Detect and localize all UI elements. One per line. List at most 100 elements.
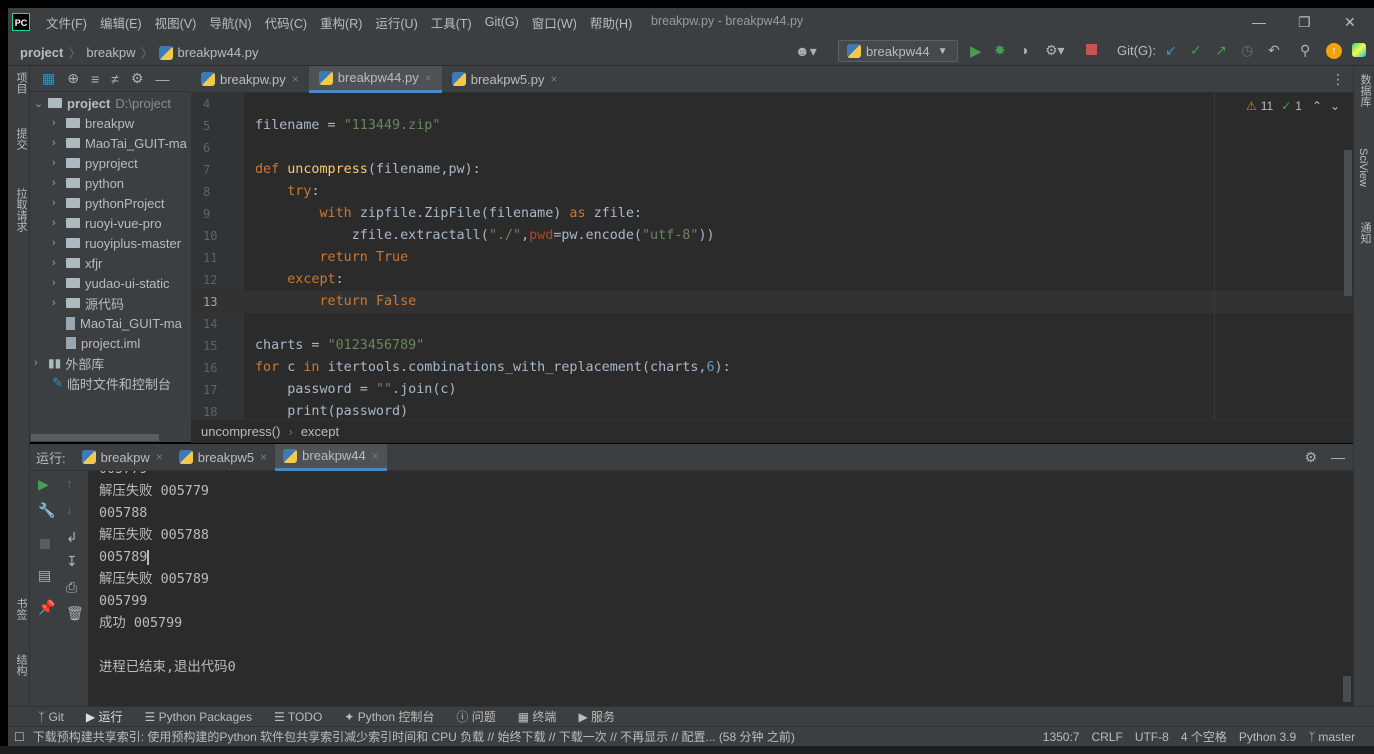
toolwin-problems[interactable]: ⓘ 问题 xyxy=(456,708,495,725)
code-editor[interactable]: filename = "113449.zip" def uncompress(f… xyxy=(244,93,1353,419)
tree-folder-breakpw[interactable]: › breakpw xyxy=(52,113,191,133)
breadcrumb-function[interactable]: uncompress() xyxy=(201,424,280,439)
layout-icon[interactable]: ▤ xyxy=(38,567,51,584)
tree-folder-source[interactable]: › 源代码 xyxy=(52,293,191,313)
status-position[interactable]: 1350:7 xyxy=(1043,730,1080,744)
coverage-icon[interactable]: ◑ xyxy=(1020,42,1028,58)
status-encoding[interactable]: UTF-8 xyxy=(1135,730,1169,744)
gear-icon[interactable]: ⚙ xyxy=(131,70,144,87)
tool-tab-bookmarks[interactable]: 书签 xyxy=(13,598,29,620)
menu-tools[interactable]: 工具(T) xyxy=(431,13,472,32)
close-icon[interactable]: × xyxy=(550,72,557,86)
stop-icon[interactable] xyxy=(40,539,50,549)
expand-all-icon[interactable]: ≡ xyxy=(91,71,99,87)
maximize-icon[interactable]: ❐ xyxy=(1298,14,1311,31)
trash-icon[interactable]: 🗑 xyxy=(66,605,84,622)
tab-breakpw[interactable]: breakpw.py × xyxy=(191,66,309,93)
minimize-icon[interactable]: — xyxy=(1252,14,1266,30)
crumb-project[interactable]: project xyxy=(20,45,63,60)
tree-folder-xfjr[interactable]: › xfjr xyxy=(52,253,191,273)
more-options-icon[interactable]: ⋮ xyxy=(1331,71,1353,88)
tree-folder-pythonproject[interactable]: › pythonProject xyxy=(52,193,191,213)
menu-window[interactable]: 窗口(W) xyxy=(532,13,577,32)
crumb-folder[interactable]: breakpw xyxy=(86,45,135,60)
toolwin-python-packages[interactable]: ☰ Python Packages xyxy=(144,710,252,724)
toolwin-run[interactable]: ▶ 运行 xyxy=(86,708,123,725)
close-icon[interactable]: × xyxy=(425,71,432,85)
chevron-down-icon[interactable]: ⌄ xyxy=(1330,99,1340,113)
status-interpreter[interactable]: Python 3.9 xyxy=(1239,730,1296,744)
profile-icon[interactable]: ⚙▾ xyxy=(1045,42,1065,59)
hide-icon[interactable]: — xyxy=(155,71,169,87)
toolbox-icon[interactable] xyxy=(1352,43,1366,57)
tool-tab-commit[interactable]: 提交 xyxy=(13,128,29,150)
menu-refactor[interactable]: 重构(R) xyxy=(320,13,362,32)
hide-icon[interactable]: — xyxy=(1331,449,1345,465)
console-scrollbar[interactable] xyxy=(1343,676,1351,702)
status-line-separator[interactable]: CRLF xyxy=(1091,730,1122,744)
tree-folder-python[interactable]: › python xyxy=(52,173,191,193)
chevron-up-icon[interactable]: ⌃ xyxy=(1312,99,1322,113)
tree-scratches[interactable]: ✎ 临时文件和控制台 xyxy=(34,373,191,393)
project-scrollbar[interactable] xyxy=(31,434,159,441)
debug-icon[interactable]: ✸ xyxy=(994,42,1006,59)
search-icon[interactable]: ⚲ xyxy=(1300,42,1310,59)
menu-navigate[interactable]: 导航(N) xyxy=(209,13,251,32)
tool-tab-sciview[interactable]: SciView xyxy=(1357,148,1369,187)
menu-run[interactable]: 运行(U) xyxy=(375,13,417,32)
run-config-select[interactable]: breakpw44 ▼ xyxy=(838,40,958,62)
menu-file[interactable]: 文件(F) xyxy=(46,13,87,32)
close-icon[interactable]: × xyxy=(372,449,379,463)
user-icon[interactable]: ☻▾ xyxy=(795,43,817,60)
locate-icon[interactable]: ⊕ xyxy=(67,70,79,87)
breadcrumb-block[interactable]: except xyxy=(301,424,339,439)
close-icon[interactable]: × xyxy=(260,450,267,464)
status-branch[interactable]: master xyxy=(1318,730,1355,744)
toolwin-git[interactable]: ᛉ Git xyxy=(38,710,64,724)
status-toggle-icon[interactable]: ☐ xyxy=(14,730,25,744)
menu-code[interactable]: 代码(C) xyxy=(265,13,307,32)
run-icon[interactable]: ▶ xyxy=(970,42,982,60)
status-indent[interactable]: 4 个空格 xyxy=(1181,728,1227,745)
toolwin-terminal[interactable]: ▦ 终端 xyxy=(518,708,557,725)
menu-view[interactable]: 视图(V) xyxy=(155,13,197,32)
tab-breakpw44[interactable]: breakpw44.py × xyxy=(308,65,442,93)
tool-tab-database[interactable]: 数据库 xyxy=(1357,74,1373,107)
stop-icon[interactable] xyxy=(1086,44,1097,55)
git-update-icon[interactable]: ↙ xyxy=(1165,42,1177,59)
collapse-all-icon[interactable]: ≠ xyxy=(111,71,119,87)
soft-wrap-icon[interactable]: ↲ xyxy=(66,529,78,546)
git-push-icon[interactable]: ↗ xyxy=(1215,42,1227,59)
run-console[interactable]: 005779 解压失败 005779 005788 解压失败 005788 00… xyxy=(88,471,1353,706)
tool-tab-structure[interactable]: 结构 xyxy=(13,654,29,676)
arrow-down-icon[interactable]: ↓ xyxy=(66,502,73,517)
history-icon[interactable]: ◷ xyxy=(1241,42,1253,59)
menu-git[interactable]: Git(G) xyxy=(485,15,519,29)
run-tab-breakpw[interactable]: breakpw × xyxy=(74,444,171,471)
tree-root[interactable]: ⌄ project D:\project xyxy=(34,93,191,113)
git-commit-icon[interactable]: ✓ xyxy=(1190,42,1202,59)
status-message[interactable]: 下载预构建共享索引: 使用预构建的Python 软件包共享索引减少索引时间和 C… xyxy=(33,728,1003,745)
wrench-icon[interactable]: 🔧 xyxy=(38,502,55,519)
pycharm-logo[interactable]: PC xyxy=(12,13,30,31)
pin-icon[interactable]: 📌 xyxy=(38,599,55,616)
close-icon[interactable]: ✕ xyxy=(1344,14,1356,31)
toolwin-python-console[interactable]: ✦ Python 控制台 xyxy=(344,708,434,725)
arrow-up-icon[interactable]: ↑ xyxy=(66,476,73,491)
tree-folder-maotai[interactable]: › MaoTai_GUIT-ma xyxy=(52,133,191,153)
rerun-icon[interactable]: ▶ xyxy=(38,476,49,493)
run-tab-breakpw44[interactable]: breakpw44 × xyxy=(275,443,387,471)
toolwin-services[interactable]: ▶ 服务 xyxy=(578,708,615,725)
editor-scrollbar[interactable] xyxy=(1344,150,1352,296)
update-icon[interactable]: ↑ xyxy=(1326,43,1342,59)
tool-tab-notifications[interactable]: 通知 xyxy=(1357,222,1373,244)
tree-external-libs[interactable]: › ▮▮ 外部库 xyxy=(34,353,191,373)
tree-file-iml[interactable]: project.iml xyxy=(52,333,191,353)
menu-edit[interactable]: 编辑(E) xyxy=(100,13,142,32)
menu-help[interactable]: 帮助(H) xyxy=(590,13,632,32)
scroll-to-end-icon[interactable]: ↧ xyxy=(66,553,78,570)
tree-folder-ruoyi-vue-pro[interactable]: › ruoyi-vue-pro xyxy=(52,213,191,233)
print-icon[interactable]: ⎙ xyxy=(66,579,77,596)
project-view-icon[interactable]: ▦ xyxy=(42,70,55,87)
close-icon[interactable]: × xyxy=(156,450,163,464)
